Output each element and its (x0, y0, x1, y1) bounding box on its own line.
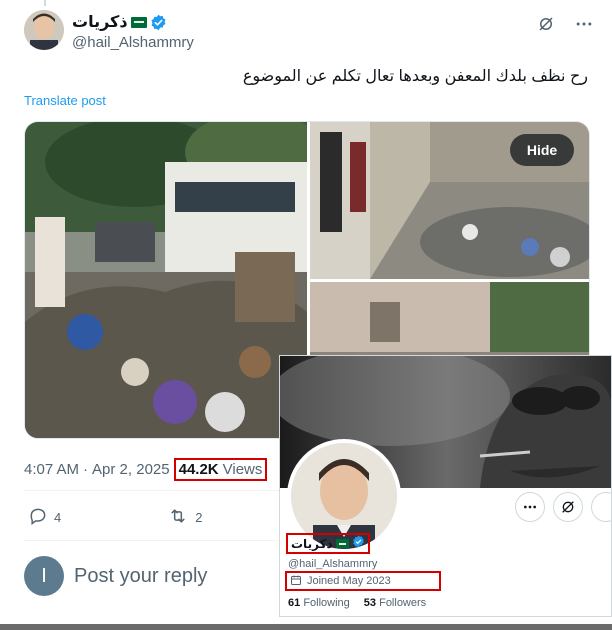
saudi-flag-icon (130, 16, 147, 28)
profile-extra-button[interactable] (591, 492, 611, 522)
joined-date: Joined May 2023 (307, 575, 391, 587)
verified-badge-icon (352, 535, 365, 553)
more-options-icon[interactable] (574, 14, 594, 34)
hide-media-button[interactable]: Hide (510, 134, 574, 166)
profile-more-button[interactable] (515, 492, 545, 522)
author-display-name[interactable]: ذكريات (72, 12, 128, 32)
profile-grok-button[interactable] (553, 492, 583, 522)
post-meta: 4:07 AM · Apr 2, 2025 44.2K Views (24, 458, 268, 481)
thread-line (44, 0, 46, 6)
followers-stat[interactable]: 53 Followers (364, 597, 426, 609)
following-count: 61 (288, 597, 301, 609)
reply-button[interactable]: 4 (28, 506, 61, 529)
translate-post-link[interactable]: Translate post (24, 93, 106, 108)
street-garbage-photo[interactable] (25, 122, 307, 438)
reply-input[interactable]: Post your reply (74, 565, 207, 588)
post-header: ذكريات @hail_Alshammry (24, 10, 594, 54)
following-label: Following (303, 597, 350, 609)
repost-icon (167, 506, 189, 529)
profile-display-name: ذكريات (291, 536, 333, 551)
post-text: رح نظف بلدك المعفن وبعدها تعال تكلم عن ا… (242, 68, 588, 85)
verified-badge-icon (150, 14, 167, 31)
bottom-bar (0, 624, 612, 630)
profile-handle: @hail_Alshammry (288, 558, 378, 570)
follow-stats: 61 Following 53 Followers (288, 597, 426, 609)
current-user-avatar[interactable]: I (24, 556, 64, 596)
views-label: Views (222, 461, 263, 478)
repost-button[interactable]: 2 (167, 506, 202, 529)
views-highlight-box: 44.2K Views (173, 458, 268, 481)
post-date[interactable]: Apr 2, 2025 (92, 461, 170, 478)
followers-label: Followers (379, 597, 427, 609)
calendar-icon (290, 574, 302, 589)
author-avatar[interactable] (24, 10, 64, 50)
profile-card-inset: ذكريات @hail_Alshammry Joined May 2023 6… (279, 355, 612, 617)
post-time[interactable]: 4:07 AM (24, 461, 79, 478)
following-stat[interactable]: 61 Following (288, 597, 350, 609)
meta-separator: · (83, 461, 89, 478)
followers-count: 53 (363, 597, 377, 609)
grok-icon[interactable] (536, 14, 556, 34)
reply-count: 4 (54, 510, 62, 525)
views-count[interactable]: 44.2K (179, 461, 219, 478)
reply-composer: I Post your reply (24, 556, 207, 596)
author-handle[interactable]: @hail_Alshammry (72, 34, 194, 51)
reply-icon (28, 506, 48, 529)
joined-date-highlight-box: Joined May 2023 (285, 571, 441, 591)
profile-name-highlight-box: ذكريات (286, 533, 370, 554)
saudi-flag-icon (335, 539, 349, 548)
repost-count: 2 (195, 510, 203, 525)
post-actions: 4 2 (28, 506, 202, 529)
